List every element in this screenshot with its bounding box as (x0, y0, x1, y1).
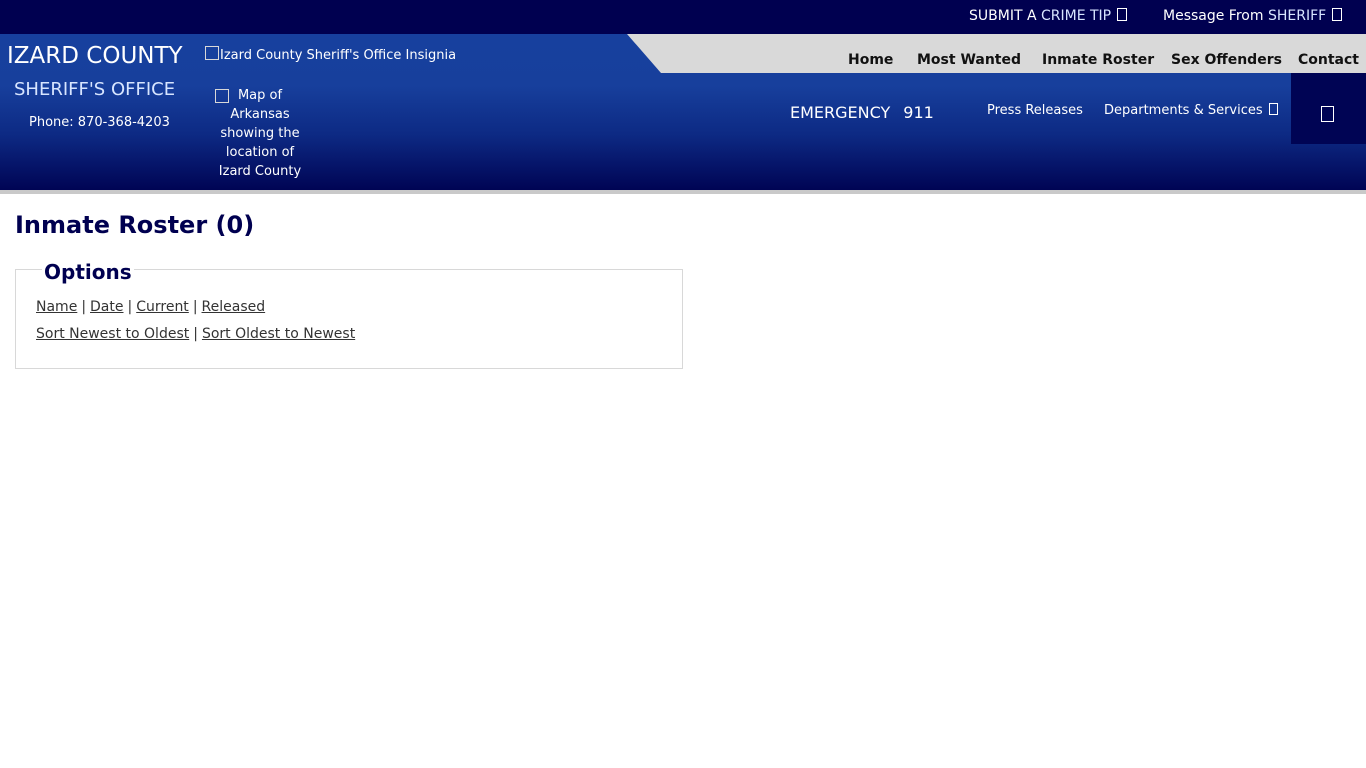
filter-released-link[interactable]: Released (202, 299, 266, 315)
submit-crime-tip-link[interactable]: SUBMIT A CRIME TIP (969, 8, 1128, 24)
message-prefix: Message From (1163, 8, 1268, 24)
sheriff-insignia-image: Izard County Sheriff's Office Insignia (205, 46, 465, 66)
page-title: Inmate Roster (0) (15, 211, 255, 239)
nav-sex-offenders[interactable]: Sex Offenders (1171, 52, 1282, 68)
top-utility-bar: SUBMIT A CRIME TIP Message From SHERIFF (0, 0, 1366, 34)
emergency-label: EMERGENCY (790, 103, 891, 122)
sort-oldest-link[interactable]: Sort Oldest to Newest (202, 326, 355, 342)
nav-departments-services[interactable]: Departments & Services (1104, 103, 1278, 118)
crime-tip-accent: CRIME TIP (1040, 8, 1112, 24)
filter-name-link[interactable]: Name (36, 299, 77, 315)
broken-image-icon (215, 89, 229, 103)
nav-press-releases[interactable]: Press Releases (987, 103, 1083, 118)
site-title-county[interactable]: IZARD COUNTY (7, 43, 183, 69)
link-separator: | (127, 299, 133, 315)
options-legend: Options (42, 260, 134, 284)
filter-date-link[interactable]: Date (90, 299, 123, 315)
filter-links: Name | Date | Current | Released (36, 299, 265, 315)
emergency-number[interactable]: 911 (903, 103, 934, 122)
external-link-icon (1117, 8, 1128, 21)
site-title-office[interactable]: SHERIFF'S OFFICE (14, 79, 175, 100)
external-link-icon (1332, 8, 1343, 21)
departments-label: Departments & Services (1104, 103, 1263, 118)
sort-newest-link[interactable]: Sort Newest to Oldest (36, 326, 189, 342)
options-panel (15, 269, 683, 369)
crime-tip-prefix: SUBMIT A (969, 8, 1041, 24)
nav-home[interactable]: Home (848, 52, 893, 68)
chevron-down-icon (1268, 103, 1278, 115)
message-from-sheriff-link[interactable]: Message From SHERIFF (1163, 8, 1343, 24)
arkansas-map-image: Map of Arkansas showing the location of … (212, 86, 308, 181)
sort-links: Sort Newest to Oldest | Sort Oldest to New… (36, 326, 355, 342)
broken-image-icon (205, 46, 219, 60)
link-separator: | (81, 299, 87, 315)
map-alt-text: Map of Arkansas showing the location of … (218, 88, 302, 179)
link-separator: | (192, 299, 198, 315)
nav-contact[interactable]: Contact (1298, 52, 1359, 68)
header-divider (0, 190, 1366, 194)
message-accent: SHERIFF (1267, 8, 1327, 24)
link-separator: | (193, 326, 198, 342)
emergency-contact: EMERGENCY 911 (790, 103, 934, 122)
filter-current-link[interactable]: Current (136, 299, 189, 315)
nav-inmate-roster[interactable]: Inmate Roster (1042, 52, 1154, 68)
office-phone: Phone: 870-368-4203 (29, 115, 170, 130)
menu-icon (1321, 106, 1334, 122)
insignia-alt-text: Izard County Sheriff's Office Insignia (220, 48, 457, 63)
menu-button[interactable] (1291, 73, 1366, 144)
nav-most-wanted[interactable]: Most Wanted (917, 52, 1021, 68)
